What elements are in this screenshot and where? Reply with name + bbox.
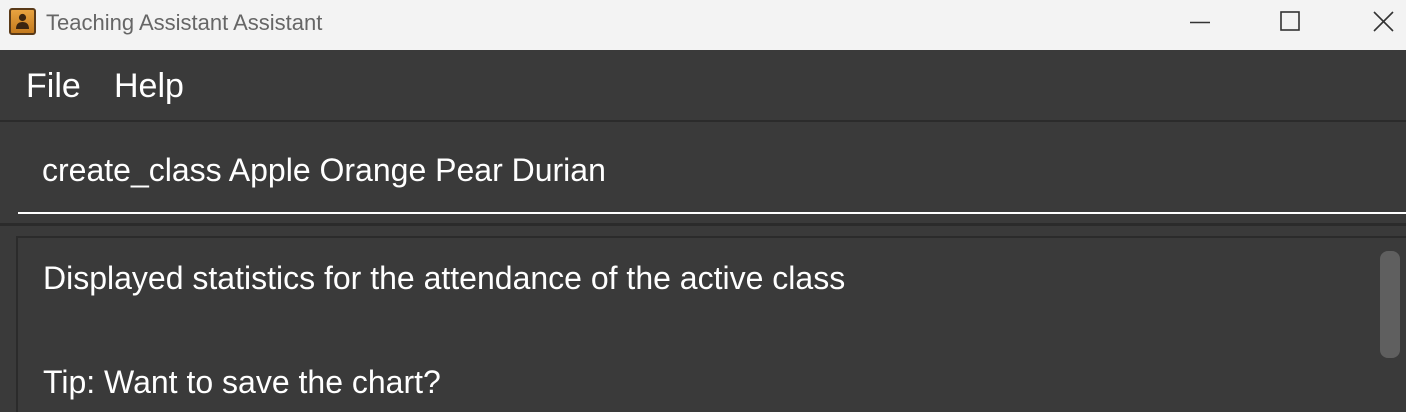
result-tip: Tip: Want to save the chart?	[43, 364, 441, 400]
close-icon	[1373, 11, 1394, 32]
menu-bar: File Help	[0, 50, 1406, 120]
minimize-icon	[1190, 21, 1210, 24]
scrollbar-thumb[interactable]	[1380, 251, 1400, 358]
close-button[interactable]	[1360, 0, 1406, 44]
command-box-container	[0, 120, 1406, 226]
command-input[interactable]	[18, 128, 1406, 214]
result-display: Displayed statistics for the attendance …	[16, 236, 1406, 412]
maximize-button[interactable]	[1267, 0, 1313, 44]
menu-help[interactable]: Help	[114, 66, 184, 106]
app-icon	[9, 8, 36, 35]
title-bar: Teaching Assistant Assistant	[0, 0, 1406, 50]
maximize-icon	[1280, 11, 1300, 31]
window-title: Teaching Assistant Assistant	[46, 10, 323, 35]
minimize-button[interactable]	[1177, 0, 1223, 44]
person-icon	[16, 13, 29, 29]
menu-file[interactable]: File	[26, 66, 81, 106]
result-message: Displayed statistics for the attendance …	[43, 260, 846, 296]
